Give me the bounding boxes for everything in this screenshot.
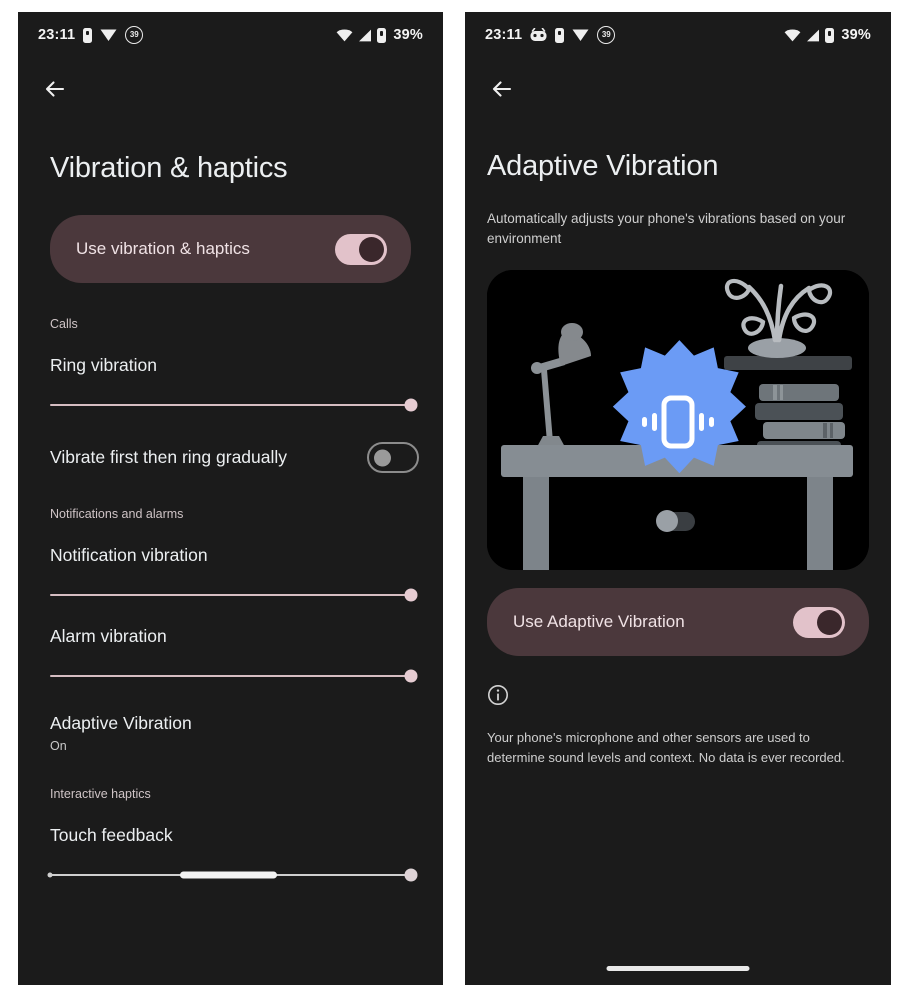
ring-vibration-slider[interactable] xyxy=(50,398,418,412)
row-touch-feedback[interactable]: Touch feedback xyxy=(18,825,443,846)
status-bar-left: 23:11 39 39% xyxy=(18,12,443,58)
phone-screen-vibration-haptics: 23:11 39 39% Vibration & haptics Use vib… xyxy=(18,12,443,985)
status-bar-clock: 23:11 xyxy=(38,27,76,43)
adaptive-vibration-label: Adaptive Vibration xyxy=(50,713,192,733)
use-adaptive-vibration-card[interactable]: Use Adaptive Vibration xyxy=(487,588,869,657)
touch-feedback-slider[interactable] xyxy=(47,868,418,882)
app-notification-icon xyxy=(530,27,547,42)
slider-thumb[interactable] xyxy=(404,669,418,683)
wifi-icon xyxy=(336,29,353,42)
app-bar-left xyxy=(18,58,443,120)
switch-knob xyxy=(359,236,384,262)
cellular-signal-icon xyxy=(806,29,820,42)
ring-vibration-label: Ring vibration xyxy=(50,355,157,375)
slider-thumb[interactable] xyxy=(404,868,418,882)
use-vibration-haptics-switch[interactable] xyxy=(335,233,387,265)
alarm-vibration-label: Alarm vibration xyxy=(50,626,167,646)
page-title: Vibration & haptics xyxy=(50,152,288,184)
section-header-notifications-and-alarms: Notifications and alarms xyxy=(50,507,184,521)
use-adaptive-vibration-switch[interactable] xyxy=(793,606,845,638)
dual-screenshot-stage: 23:11 39 39% Vibration & haptics Use vib… xyxy=(0,0,909,996)
notification-vibration-label: Notification vibration xyxy=(50,545,208,565)
slider-thumb[interactable] xyxy=(404,398,418,412)
row-ring-vibration[interactable]: Ring vibration xyxy=(18,355,443,376)
vpn-icon xyxy=(572,28,589,42)
page-subtitle: Automatically adjusts your phone's vibra… xyxy=(487,211,846,246)
switch-knob xyxy=(817,609,842,635)
vibrate-first-then-ring-switch[interactable] xyxy=(367,442,419,473)
wifi-icon xyxy=(784,29,801,42)
row-alarm-vibration[interactable]: Alarm vibration xyxy=(18,626,443,647)
use-vibration-haptics-card[interactable]: Use vibration & haptics xyxy=(50,215,411,283)
use-vibration-haptics-label: Use vibration & haptics xyxy=(76,239,250,258)
slider-track xyxy=(50,675,411,677)
adaptive-vibration-status: On xyxy=(50,739,67,753)
slider-track xyxy=(50,594,411,596)
row-adaptive-vibration[interactable]: Adaptive Vibration On xyxy=(18,713,443,753)
slider-track xyxy=(50,404,411,406)
battery-saver-badge: 39 xyxy=(597,26,616,44)
battery-icon xyxy=(83,27,93,43)
cellular-signal-icon xyxy=(358,29,372,42)
vpn-icon xyxy=(100,28,117,42)
status-bar-left-group: 23:11 39 xyxy=(485,26,616,44)
back-arrow-icon[interactable] xyxy=(42,76,68,102)
use-adaptive-vibration-label: Use Adaptive Vibration xyxy=(513,612,685,632)
alarm-vibration-slider[interactable] xyxy=(50,669,418,683)
row-notification-vibration[interactable]: Notification vibration xyxy=(18,545,443,566)
privacy-info-text: Your phone's microphone and other sensor… xyxy=(487,730,845,765)
app-bar-right xyxy=(465,58,891,120)
battery-icon xyxy=(377,27,387,43)
desk-with-vibrating-phone-illustration xyxy=(487,270,869,571)
slider-start-tick xyxy=(47,872,53,878)
switch-knob xyxy=(374,449,391,466)
home-indicator[interactable] xyxy=(606,966,750,971)
status-bar-right: 23:11 39 39% xyxy=(465,12,891,58)
row-vibrate-first-then-ring[interactable]: Vibrate first then ring gradually xyxy=(18,442,443,473)
status-bar-right-group: 39% xyxy=(336,27,423,43)
battery-icon xyxy=(825,27,835,43)
status-bar-clock: 23:11 xyxy=(485,27,523,43)
vibrate-first-then-ring-label: Vibrate first then ring gradually xyxy=(50,447,288,467)
section-header-interactive-haptics: Interactive haptics xyxy=(50,787,151,801)
notification-vibration-slider[interactable] xyxy=(50,588,418,602)
battery-percent-label: 39% xyxy=(841,27,871,43)
slider-thumb[interactable] xyxy=(404,588,418,602)
battery-saver-badge: 39 xyxy=(125,26,144,44)
touch-feedback-label: Touch feedback xyxy=(50,825,173,845)
back-arrow-icon[interactable] xyxy=(489,76,515,102)
section-header-calls: Calls xyxy=(50,317,78,331)
info-icon xyxy=(487,684,509,706)
status-bar-right-group: 39% xyxy=(784,27,871,43)
phone-screen-adaptive-vibration: 23:11 39 39% Adaptive Vibration Automati… xyxy=(465,12,891,985)
battery-percent-label: 39% xyxy=(393,27,423,43)
slider-active-segment xyxy=(179,871,278,879)
page-title: Adaptive Vibration xyxy=(487,150,719,182)
status-bar-left-group: 23:11 39 xyxy=(38,26,144,44)
battery-icon xyxy=(555,27,565,43)
